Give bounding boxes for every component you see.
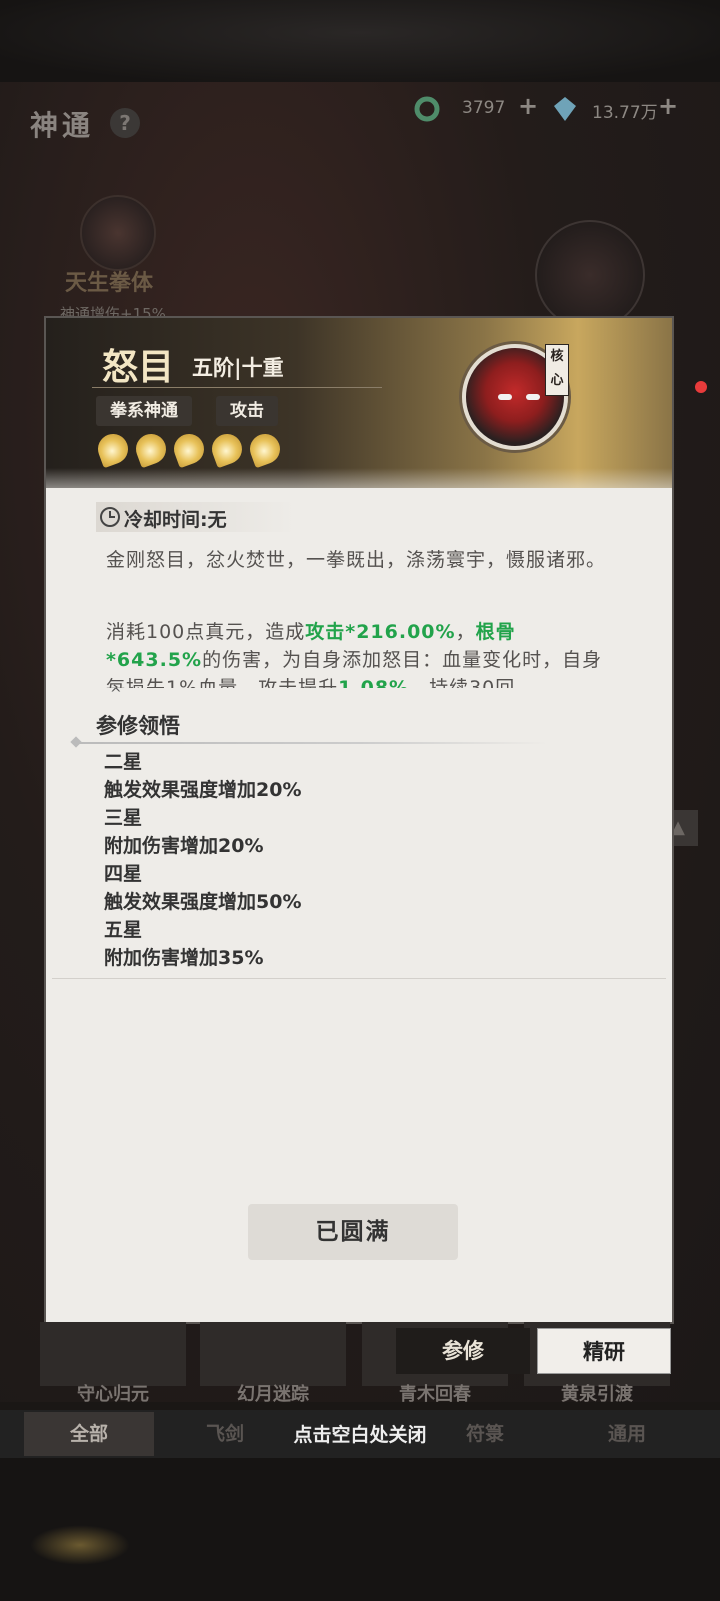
insight-effect: 附加伤害增加20%	[104, 835, 264, 857]
list-item: 二星 触发效果强度增加20%	[104, 748, 584, 804]
insight-title: 参修领悟	[96, 713, 180, 738]
skill-description: 金刚怒目，忿火焚世，一拳既出，涤荡寰宇，慑服诸邪。	[106, 549, 607, 571]
list-item: 三星 附加伤害增加20%	[104, 804, 584, 860]
crystal-currency-icon	[552, 96, 578, 122]
star-rating	[93, 429, 285, 469]
notification-dot	[695, 381, 707, 393]
top-banner	[0, 0, 720, 82]
insight-star: 四星	[104, 863, 143, 885]
flame-star-icon	[169, 429, 209, 469]
skill-card-name: 黄泉引渡	[561, 1384, 633, 1405]
cooldown-text: 冷却时间:无	[124, 509, 227, 531]
skill-detail-popup: 怒目 五阶|十重 拳系神通 攻击 核心 冷却时间:无 金刚怒目，忿火焚世，一拳既…	[46, 318, 672, 1322]
skill-effect: 消耗100点真元，造成攻击*216.00%，根骨*643.5%的伤害，为自身添加…	[106, 621, 603, 688]
clock-icon	[100, 507, 120, 527]
page-title: 神通	[30, 109, 95, 142]
skill-name: 怒目	[102, 346, 175, 388]
core-skill-slot[interactable]	[535, 220, 645, 330]
insight-effect: 附加伤害增加35%	[104, 947, 264, 968]
canxiu-button[interactable]: 参修	[396, 1328, 530, 1374]
insight-star: 三星	[104, 807, 143, 829]
insight-effect: 触发效果强度增加20%	[104, 779, 302, 801]
insight-effect: 触发效果强度增加50%	[104, 891, 302, 913]
jade-currency-icon	[414, 96, 440, 122]
header-divider	[92, 387, 382, 388]
jade-amount: 3797	[462, 98, 506, 118]
section-divider	[52, 978, 666, 979]
skill-card-name: 幻月迷踪	[237, 1384, 309, 1405]
skill-card[interactable]	[200, 1322, 346, 1386]
core-badge: 核心	[545, 344, 569, 396]
insight-list: 二星 触发效果强度增加20% 三星 附加伤害增加20% 四星 触发效果强度增加5…	[104, 748, 584, 968]
list-item: 四星 触发效果强度增加50%	[104, 860, 584, 916]
tag-skill-type: 拳系神通	[96, 396, 192, 426]
help-button[interactable]: ?	[110, 108, 140, 138]
flame-star-icon	[131, 429, 171, 469]
expand-caret-icon[interactable]: ^	[110, 686, 122, 702]
flame-star-icon	[93, 429, 133, 469]
add-crystal-button[interactable]: +	[658, 92, 678, 120]
skill-rank: 五阶|十重	[192, 355, 284, 380]
close-hint[interactable]: 点击空白处关闭	[0, 1420, 720, 1447]
insight-star: 二星	[104, 751, 143, 773]
list-item: 五星 附加伤害增加35%	[104, 916, 584, 968]
flame-star-icon	[207, 429, 247, 469]
innate-skill-name: 天生拳体	[65, 270, 154, 296]
crystal-amount: 13.77万	[592, 103, 658, 123]
jingyan-button[interactable]: 精研	[537, 1328, 671, 1374]
tag-attack: 攻击	[216, 396, 278, 426]
add-jade-button[interactable]: +	[518, 92, 538, 120]
maxed-button[interactable]: 已圆满	[248, 1204, 458, 1260]
insight-divider	[78, 742, 548, 744]
skill-card[interactable]	[40, 1322, 186, 1386]
flame-star-icon	[245, 429, 285, 469]
decorative-ornament	[30, 1525, 130, 1565]
skill-card-name: 青木回春	[399, 1384, 471, 1405]
insight-star: 五星	[104, 919, 143, 941]
skill-card-name: 守心归元	[77, 1384, 149, 1405]
innate-skill-icon[interactable]	[80, 195, 156, 271]
